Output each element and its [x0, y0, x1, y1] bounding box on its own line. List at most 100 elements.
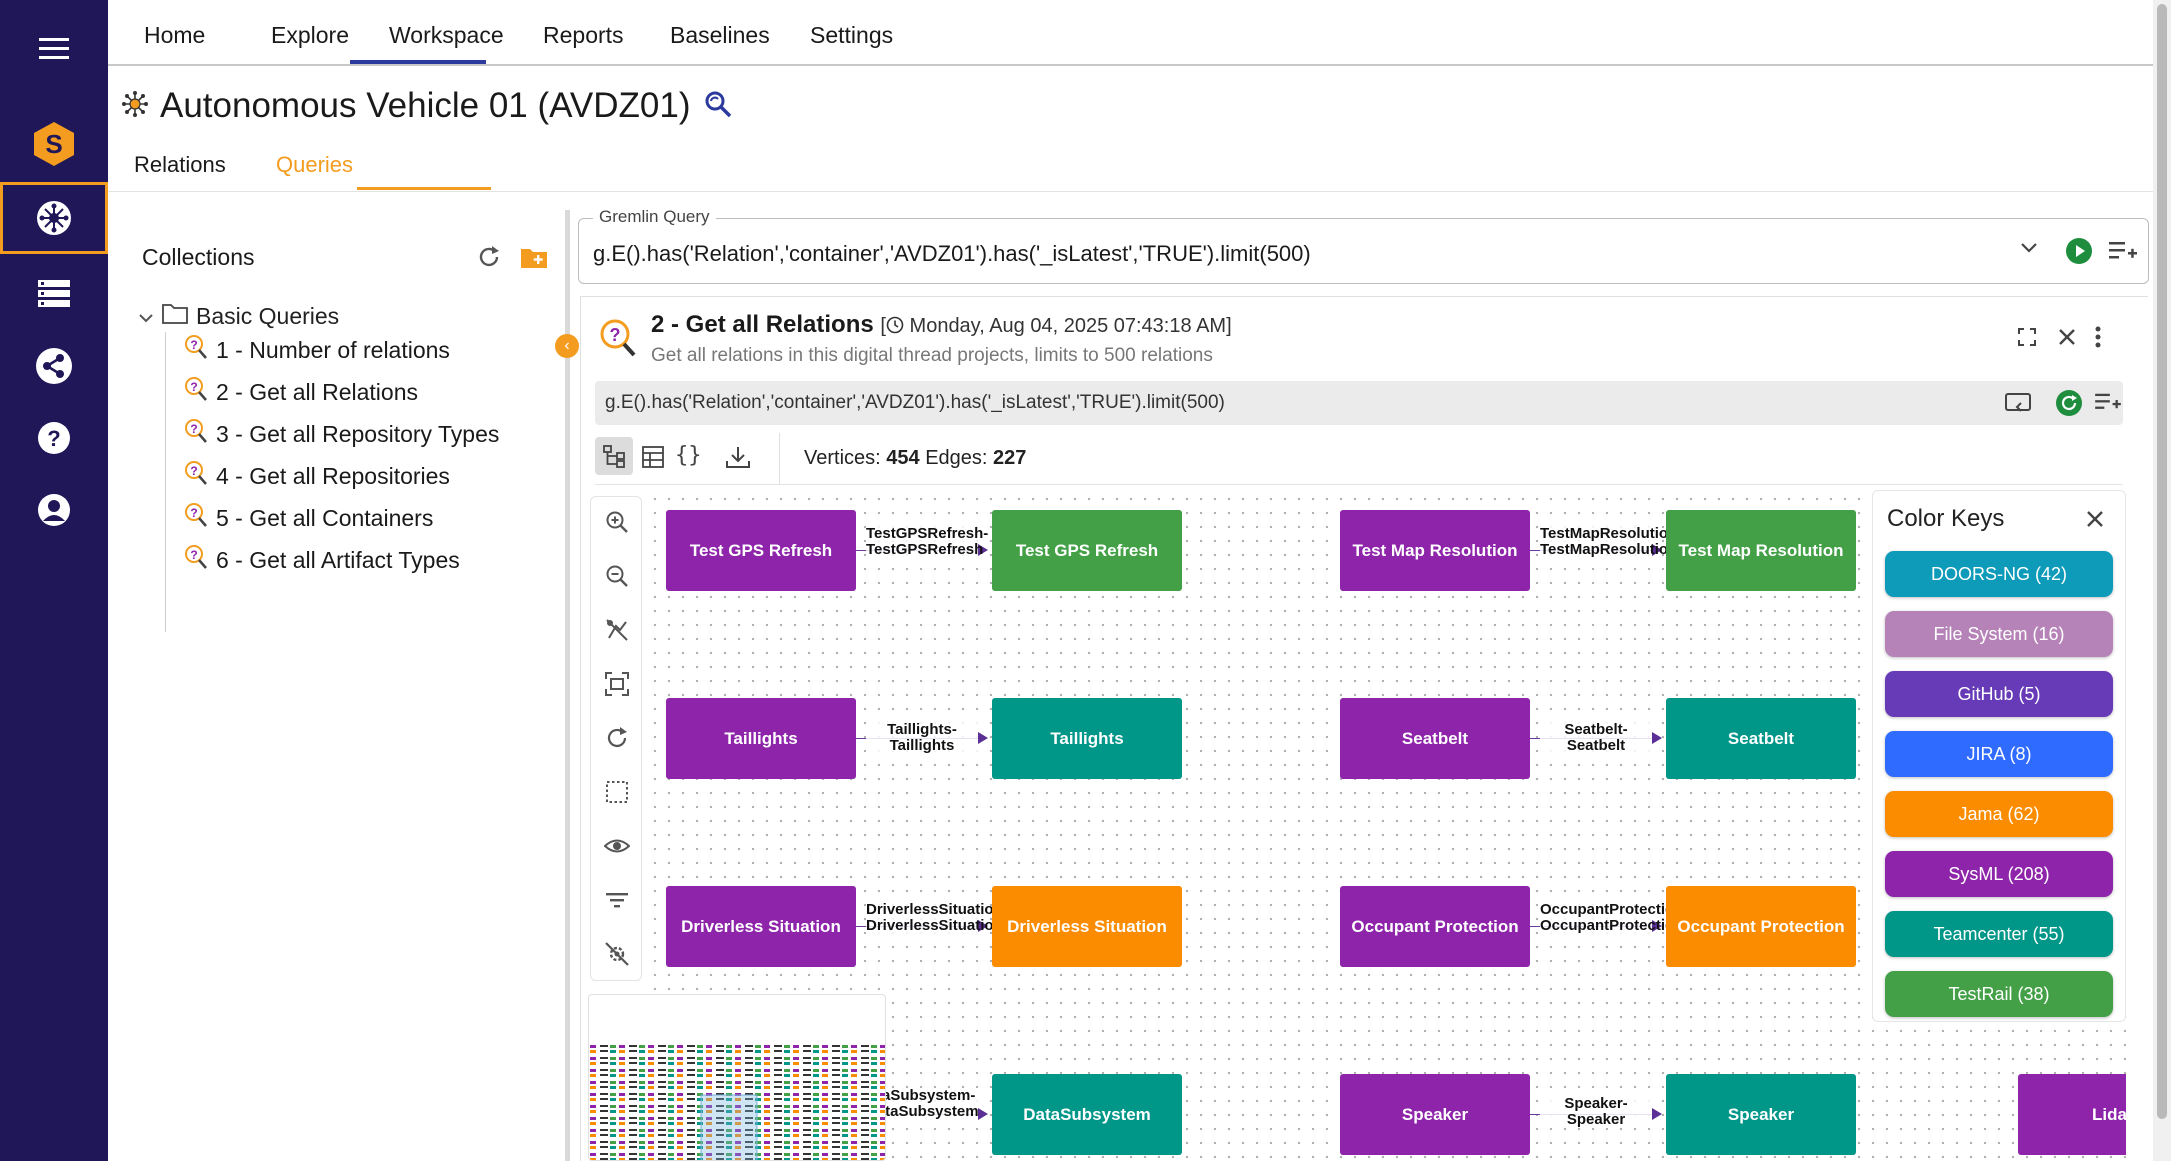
tab-queries[interactable]: Queries: [276, 152, 353, 178]
color-key-file-system[interactable]: File System (16): [1885, 611, 2113, 657]
color-key-teamcenter[interactable]: Teamcenter (55): [1885, 911, 2113, 957]
svg-text:?: ?: [190, 464, 197, 478]
fullscreen-icon[interactable]: [2017, 327, 2037, 352]
query-label: 6 - Get all Artifact Types: [216, 546, 460, 573]
zoom-in-icon[interactable]: [604, 509, 630, 535]
query-item[interactable]: ? 3 - Get all Repository Types: [184, 418, 499, 450]
graph-node[interactable]: Driverless Situation: [666, 886, 856, 967]
graph-node[interactable]: Test Map Resolution: [1340, 510, 1530, 591]
graph-node[interactable]: DataSubsystem: [992, 1074, 1182, 1155]
edge-label: Taillights-Taillights: [866, 722, 978, 754]
account-icon[interactable]: [0, 474, 108, 546]
graph-node[interactable]: Occupant Protection: [1340, 886, 1530, 967]
tab-home[interactable]: Home: [144, 22, 205, 49]
color-key-sysml[interactable]: SysML (208): [1885, 851, 2113, 897]
gremlin-query-field[interactable]: Gremlin Query g.E().has('Relation','cont…: [578, 207, 2149, 284]
collapse-panel-button[interactable]: ‹: [555, 334, 579, 358]
graph-node[interactable]: Occupant Protection: [1666, 886, 1856, 967]
svg-text:?: ?: [190, 422, 197, 436]
refresh-icon[interactable]: [476, 244, 502, 275]
storage-icon[interactable]: [0, 258, 108, 330]
search-refresh-icon[interactable]: [702, 88, 734, 125]
json-view-icon[interactable]: {}: [675, 443, 702, 468]
run-icon[interactable]: [2065, 237, 2093, 270]
download-icon[interactable]: [725, 445, 751, 474]
graph-node[interactable]: Test GPS Refresh: [666, 510, 856, 591]
color-key-testrail[interactable]: TestRail (38): [1885, 971, 2113, 1017]
query-item[interactable]: ? 5 - Get all Containers: [184, 502, 433, 534]
graph-node[interactable]: Seatbelt: [1666, 698, 1856, 779]
tab-settings[interactable]: Settings: [810, 22, 893, 49]
graph-node[interactable]: Test GPS Refresh: [992, 510, 1182, 591]
page-scrollbar[interactable]: [2153, 0, 2171, 1161]
chevron-down-icon[interactable]: [138, 303, 154, 330]
edge-arrow: [978, 732, 988, 744]
visibility-icon[interactable]: [603, 833, 631, 859]
menu-icon[interactable]: [0, 12, 108, 84]
tree-guide: [165, 332, 166, 632]
fit-screen-icon[interactable]: [604, 671, 630, 697]
add-folder-icon[interactable]: [520, 244, 548, 275]
color-key-jira[interactable]: JIRA (8): [1885, 731, 2113, 777]
query-icon: ?: [184, 376, 208, 408]
query-item[interactable]: ? 1 - Number of relations: [184, 334, 450, 366]
add-to-list-icon[interactable]: [2095, 391, 2121, 418]
tab-reports[interactable]: Reports: [543, 22, 624, 49]
add-to-list-icon[interactable]: [2109, 239, 2137, 268]
svg-text:?: ?: [47, 426, 60, 451]
tab-explore[interactable]: Explore: [271, 22, 349, 49]
tab-relations[interactable]: Relations: [134, 152, 226, 178]
graph-node[interactable]: Speaker: [1340, 1074, 1530, 1155]
logo-icon[interactable]: S: [0, 108, 108, 180]
gremlin-query-input[interactable]: g.E().has('Relation','container','AVDZ01…: [593, 241, 1311, 267]
tab-baselines[interactable]: Baselines: [670, 22, 770, 49]
close-icon[interactable]: [2057, 327, 2077, 352]
result-title: 2 - Get all Relations: [651, 311, 874, 338]
view-toolbar: {} Vertices: 454 Edges: 227: [595, 433, 2123, 485]
color-key-github[interactable]: GitHub (5): [1885, 671, 2113, 717]
graph-node[interactable]: Taillights: [992, 698, 1182, 779]
load-query-icon[interactable]: [2005, 391, 2033, 420]
sub-tabs: Relations Queries: [108, 140, 2153, 192]
graph-node[interactable]: Driverless Situation: [992, 886, 1182, 967]
explore-icon[interactable]: [0, 182, 108, 254]
reset-icon[interactable]: [604, 725, 630, 751]
graph-node[interactable]: Test Map Resolution: [1666, 510, 1856, 591]
svg-text:?: ?: [190, 548, 197, 562]
tab-workspace[interactable]: Workspace: [389, 22, 504, 49]
query-item[interactable]: ? 2 - Get all Relations: [184, 376, 418, 408]
graph-minimap[interactable]: [588, 994, 886, 1161]
edge-arrow: [978, 1108, 988, 1120]
close-icon[interactable]: [2085, 509, 2105, 534]
folder-basic-queries[interactable]: Basic Queries: [138, 302, 339, 330]
rerun-icon[interactable]: [2055, 389, 2083, 422]
graph-node[interactable]: Lida: [2018, 1074, 2126, 1155]
color-keys-panel: Color Keys DOORS-NG (42) File System (16…: [1872, 490, 2126, 1022]
chevron-down-icon[interactable]: [2019, 241, 2039, 260]
project-icon: [120, 89, 150, 124]
result-query-text: g.E().has('Relation','container','AVDZ01…: [605, 392, 1225, 413]
query-item[interactable]: ? 6 - Get all Artifact Types: [184, 544, 460, 576]
pan-icon[interactable]: [604, 617, 630, 643]
active-subtab-indicator: [357, 187, 491, 190]
query-icon: ?: [184, 334, 208, 366]
filter-icon[interactable]: [604, 887, 630, 913]
graph-node[interactable]: Speaker: [1666, 1074, 1856, 1155]
color-key-doors-ng[interactable]: DOORS-NG (42): [1885, 551, 2113, 597]
query-item[interactable]: ? 4 - Get all Repositories: [184, 460, 450, 492]
share-icon[interactable]: [0, 330, 108, 402]
zoom-out-icon[interactable]: [604, 563, 630, 589]
settings-off-icon[interactable]: [604, 941, 630, 967]
help-icon[interactable]: ?: [0, 402, 108, 474]
scrollbar-thumb[interactable]: [2157, 4, 2167, 1119]
query-icon: ?: [184, 544, 208, 576]
table-view-icon[interactable]: [641, 445, 665, 474]
color-key-jama[interactable]: Jama (62): [1885, 791, 2113, 837]
graph-node[interactable]: Taillights: [666, 698, 856, 779]
more-options-icon[interactable]: [2093, 325, 2103, 354]
graph-node[interactable]: Seatbelt: [1340, 698, 1530, 779]
result-title-row: 2 - Get all Relations [ Monday, Aug 04, …: [651, 311, 1232, 339]
select-area-icon[interactable]: [604, 779, 630, 805]
toolbar-divider: [779, 433, 780, 485]
graph-view-icon[interactable]: [595, 437, 633, 475]
